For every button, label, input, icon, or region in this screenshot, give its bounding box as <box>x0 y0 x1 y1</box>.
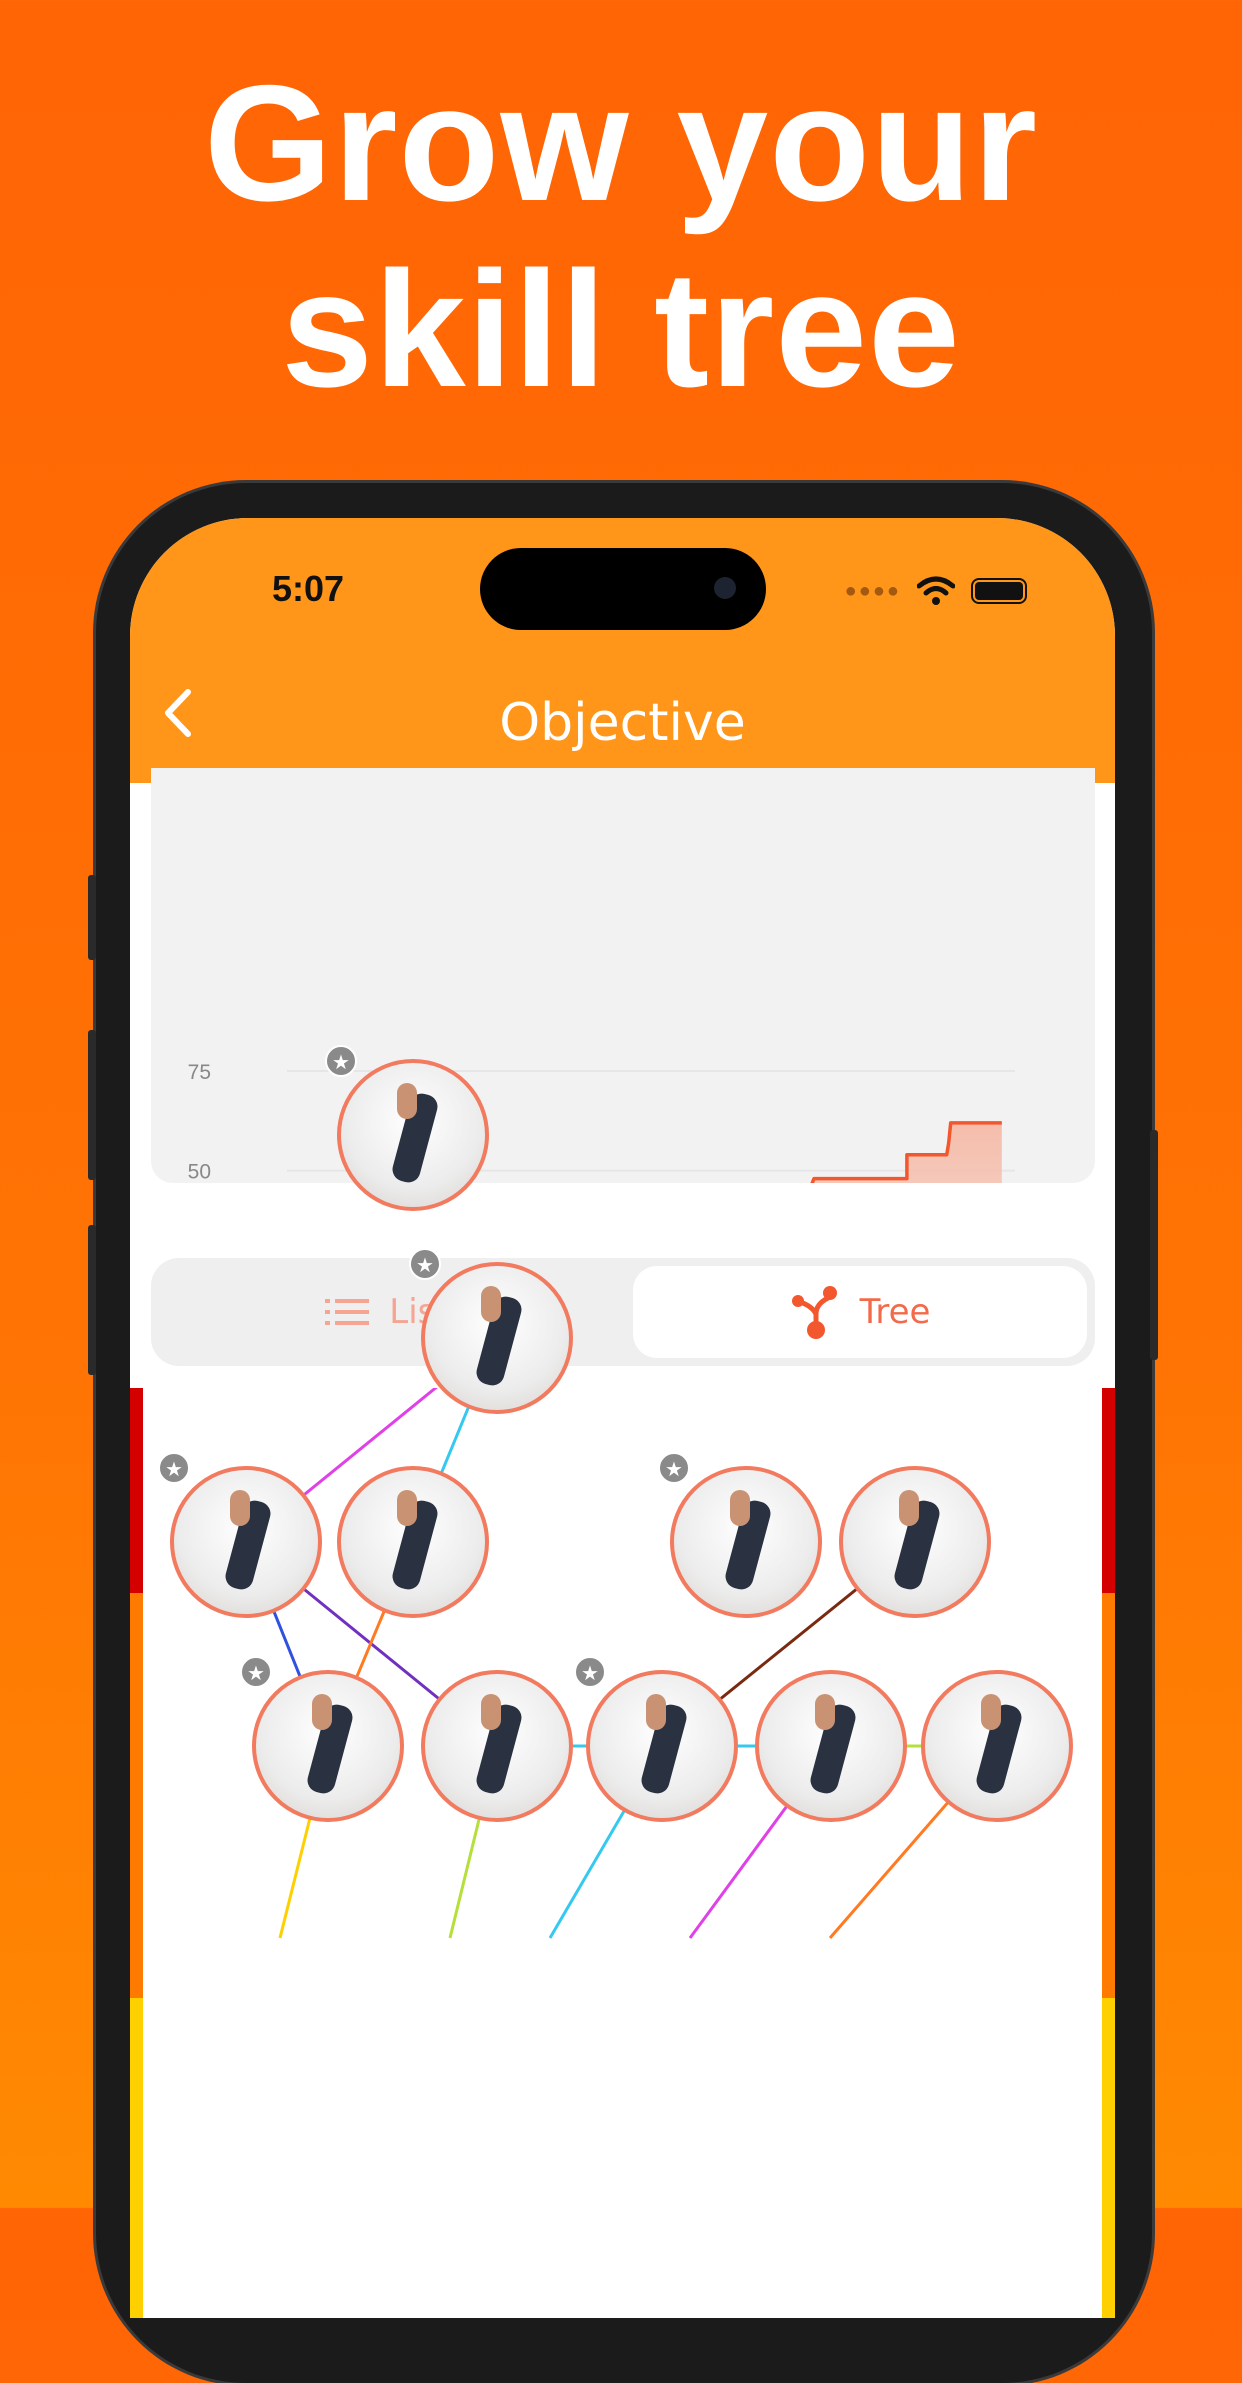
dynamic-island <box>480 548 766 630</box>
level-bar-left-2 <box>130 1593 143 1998</box>
skill-node[interactable] <box>170 1466 322 1618</box>
y-tick-label: 50 <box>188 1161 211 1183</box>
skill-tree: ★ ★ ★ ★ ★ ★ <box>130 1045 1115 2318</box>
tree-icon <box>791 1286 837 1339</box>
star-icon: ★ <box>325 1045 357 1077</box>
headline: Grow your skill tree <box>0 50 1242 422</box>
star-icon: ★ <box>574 1656 606 1688</box>
level-bar-right-3 <box>1102 1998 1115 2318</box>
volume-up-button <box>88 1030 96 1180</box>
headline-line-2: skill tree <box>281 237 961 421</box>
athlete-photo-skin <box>899 1490 919 1526</box>
star-icon: ★ <box>158 1452 190 1484</box>
header: 5:07 ●●●● Objective <box>130 518 1115 783</box>
skill-node[interactable] <box>337 1466 489 1618</box>
skill-node[interactable] <box>421 1262 573 1414</box>
level-bar-left-3 <box>130 1998 143 2318</box>
star-icon: ★ <box>240 1656 272 1688</box>
skill-node[interactable] <box>921 1670 1073 1822</box>
athlete-photo-skin <box>815 1694 835 1730</box>
volume-down-button <box>88 1225 96 1375</box>
skill-node[interactable] <box>670 1466 822 1618</box>
athlete-photo-skin <box>981 1694 1001 1730</box>
headline-line-1: Grow your <box>203 51 1039 235</box>
star-icon: ★ <box>658 1452 690 1484</box>
athlete-photo-skin <box>646 1694 666 1730</box>
level-bar-right-2 <box>1102 1593 1115 1998</box>
level-bar-left-1 <box>130 1388 143 1593</box>
tab-tree-label: Tree <box>859 1292 931 1332</box>
progress-chart-card: 0255075Jan 25, 2021Feb 10, 2022Feb 26, 2… <box>151 768 1098 1426</box>
skill-node[interactable] <box>839 1466 991 1618</box>
camera-icon <box>714 577 736 599</box>
athlete-photo-skin <box>481 1694 501 1730</box>
skill-node[interactable] <box>337 1059 489 1211</box>
battery-icon <box>971 578 1027 604</box>
star-icon: ★ <box>409 1248 441 1280</box>
athlete-photo-skin <box>397 1490 417 1526</box>
app-screen: 5:07 ●●●● Objective 0255075Jan 25, 2021F… <box>130 518 1115 2318</box>
athlete-photo-skin <box>397 1083 417 1119</box>
view-toggle: List Tree <box>151 1258 1095 1366</box>
skill-node[interactable] <box>586 1670 738 1822</box>
athlete-photo-skin <box>230 1490 250 1526</box>
athlete-photo-skin <box>312 1694 332 1730</box>
athlete-photo-skin <box>481 1286 501 1322</box>
athlete-photo-skin <box>730 1490 750 1526</box>
tab-tree[interactable]: Tree <box>633 1266 1087 1358</box>
skill-node[interactable] <box>421 1670 573 1822</box>
status-time: 5:07 <box>272 568 345 609</box>
power-button <box>1150 1130 1158 1360</box>
wifi-icon <box>917 576 955 605</box>
progress-chart: 0255075Jan 25, 2021Feb 10, 2022Feb 26, 2… <box>188 1061 1098 1426</box>
signal-dots-icon: ●●●● <box>844 579 901 602</box>
skill-node[interactable] <box>755 1670 907 1822</box>
mute-switch <box>88 875 96 960</box>
level-bar-right-1 <box>1102 1388 1115 1593</box>
status-icons: ●●●● <box>845 576 1027 606</box>
page-title: Objective <box>499 693 746 753</box>
list-icon <box>325 1299 370 1325</box>
skill-node[interactable] <box>252 1670 404 1822</box>
y-tick-label: 75 <box>188 1061 211 1084</box>
